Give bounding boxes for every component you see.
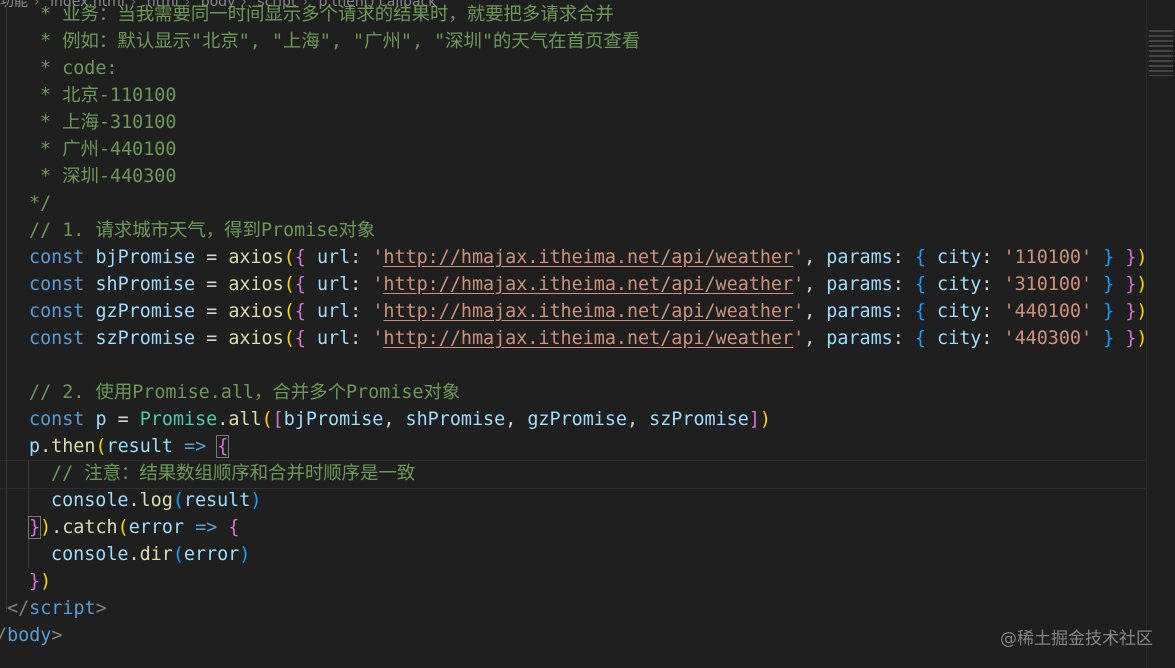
code-line: const p = Promise.all([bjPromise, shProm… <box>29 409 771 430</box>
code-line: }) <box>29 571 52 592</box>
code-line: const bjPromise = axios({ url: 'http://h… <box>29 247 1148 268</box>
minimap[interactable] <box>1149 30 1173 76</box>
code-line: * 业务：当我需要同一时间显示多个请求的结果时，就要把多请求合并 <box>40 4 614 25</box>
code-line: * 例如：默认显示"北京", "上海", "广州", "深圳"的天气在首页查看 <box>40 31 641 52</box>
url-link[interactable]: http://hmajax.itheima.net/api/weather <box>383 301 793 322</box>
url-link[interactable]: http://hmajax.itheima.net/api/weather <box>383 247 793 268</box>
code-line: /body> <box>0 625 63 646</box>
code-line: // 1. 请求城市天气，得到Promise对象 <box>29 220 376 241</box>
code-editor[interactable]: 功能 › index.html › html › body › script › p.th… <box>0 0 1175 668</box>
code-line: }).catch(error => { <box>27 516 240 539</box>
function-token: axios <box>228 247 284 268</box>
vertical-scrollbar[interactable] <box>1146 0 1175 668</box>
code-line: * code: <box>40 58 118 79</box>
code-line: const gzPromise = axios({ url: 'http://h… <box>29 301 1148 322</box>
code-line: </script> <box>7 598 107 619</box>
keyword-token: const <box>29 247 85 268</box>
code-line: * 广州-440100 <box>40 139 177 160</box>
class-token: Promise <box>139 409 218 430</box>
code-line: * 上海-310100 <box>40 112 177 133</box>
code-line: const shPromise = axios({ url: 'http://h… <box>29 274 1148 295</box>
code-line: // 2. 使用Promise.all，合并多个Promise对象 <box>29 382 461 403</box>
code-line: * 深圳-440300 <box>40 166 177 187</box>
code-line: const szPromise = axios({ url: 'http://h… <box>29 328 1148 349</box>
code-line: */ <box>29 193 52 214</box>
code-line: console.dir(error) <box>51 544 251 565</box>
url-link[interactable]: http://hmajax.itheima.net/api/weather <box>383 328 793 349</box>
code-line: * 北京-110100 <box>40 85 177 106</box>
url-link[interactable]: http://hmajax.itheima.net/api/weather <box>383 274 793 295</box>
code-line: p.then(result => { <box>29 435 230 458</box>
code-line: console.log(result) <box>51 490 262 511</box>
watermark: @稀土掘金技术社区 <box>1000 629 1153 649</box>
breadcrumb-item-folder[interactable]: 功能 <box>0 0 28 10</box>
code-line: // 注意：结果数组顺序和合并时顺序是一致 <box>51 463 416 484</box>
chevron-right-icon: › <box>34 0 40 10</box>
string-token: '110100' <box>1003 247 1093 268</box>
indent-guide <box>6 0 7 612</box>
variable-token: bjPromise <box>95 247 196 268</box>
